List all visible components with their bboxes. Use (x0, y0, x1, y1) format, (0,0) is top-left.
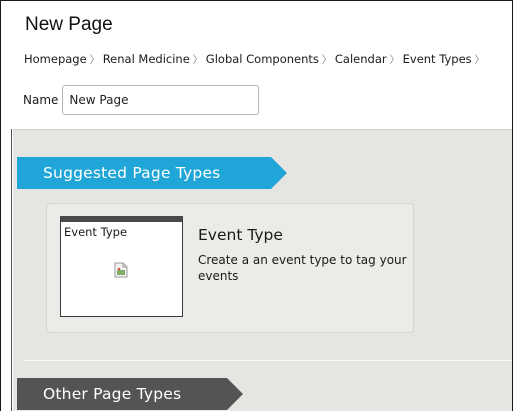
breadcrumb-calendar[interactable]: Calendar (335, 52, 387, 66)
breadcrumb-renal-medicine[interactable]: Renal Medicine (103, 52, 190, 66)
event-type-title[interactable]: Event Type (198, 226, 283, 244)
breadcrumb-global-components[interactable]: Global Components (206, 52, 319, 66)
breadcrumb-separator: 〉 (89, 55, 100, 66)
breadcrumb-separator: 〉 (389, 55, 400, 66)
page-header: New Page Homepage 〉 Renal Medicine 〉 Global … (1, 1, 512, 129)
thumbnail-label: Event Type (64, 225, 128, 239)
breadcrumb-separator: 〉 (192, 55, 203, 66)
breadcrumb-separator: 〉 (321, 55, 332, 66)
breadcrumb-homepage[interactable]: Homepage (24, 52, 87, 66)
name-row: Name (23, 85, 260, 115)
event-type-thumbnail[interactable]: Event Type (60, 216, 183, 317)
name-input[interactable] (62, 85, 260, 115)
breadcrumb: Homepage 〉 Renal Medicine 〉 Global Component… (24, 51, 488, 66)
page-title: New Page (25, 14, 113, 35)
suggested-page-types-heading: Suggested Page Types (43, 164, 221, 182)
breadcrumb-event-types[interactable]: Event Types (403, 52, 472, 66)
other-page-types-header[interactable]: Other Page Types (17, 378, 243, 410)
section-divider (24, 360, 512, 361)
suggested-page-types-header: Suggested Page Types (17, 157, 287, 189)
breadcrumb-separator: 〉 (474, 55, 485, 66)
event-type-description: Create a an event type to tag your event… (198, 253, 407, 283)
other-page-types-heading: Other Page Types (43, 385, 182, 403)
broken-image-icon (114, 262, 128, 278)
content-left-border (11, 129, 12, 411)
name-label: Name (23, 93, 59, 107)
